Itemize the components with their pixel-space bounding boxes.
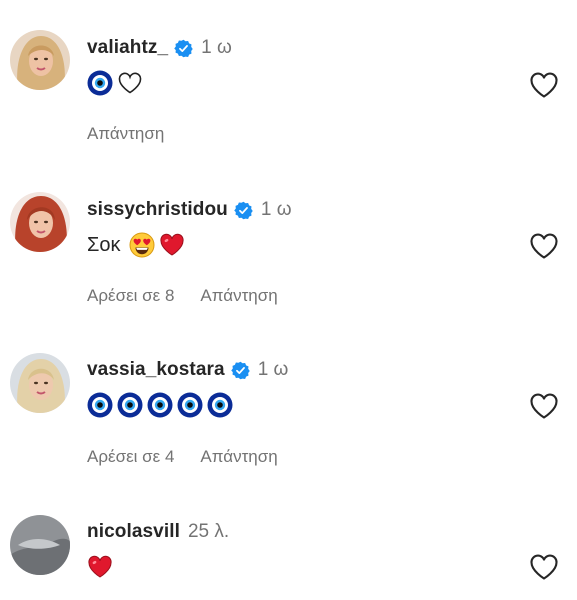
reply-button[interactable]: Απάντηση bbox=[200, 447, 277, 467]
username[interactable]: nicolasvill bbox=[87, 521, 180, 543]
username[interactable]: valiahtz_ bbox=[87, 37, 168, 59]
red-heart-icon bbox=[159, 232, 185, 258]
verified-badge-icon bbox=[234, 201, 253, 220]
avatar[interactable] bbox=[10, 30, 70, 90]
white-heart-icon bbox=[117, 70, 143, 96]
heart-eyes-icon bbox=[129, 232, 155, 258]
avatar[interactable] bbox=[10, 353, 70, 413]
username[interactable]: sissychristidou bbox=[87, 199, 228, 221]
nazar-icon bbox=[117, 392, 143, 418]
nazar-icon bbox=[87, 70, 113, 96]
reply-button[interactable]: Απάντηση bbox=[200, 286, 277, 306]
timestamp[interactable]: 1 ω bbox=[258, 359, 289, 381]
likes-count[interactable]: Αρέσει σε 8 bbox=[87, 286, 174, 306]
username[interactable]: vassia_kostara bbox=[87, 359, 225, 381]
avatar[interactable] bbox=[10, 515, 70, 575]
like-heart-icon[interactable] bbox=[529, 71, 559, 99]
likes-count[interactable]: Αρέσει σε 4 bbox=[87, 447, 174, 467]
avatar[interactable] bbox=[10, 192, 70, 252]
like-heart-icon[interactable] bbox=[529, 553, 559, 581]
verified-badge-icon bbox=[174, 39, 193, 58]
nazar-icon bbox=[207, 392, 233, 418]
nazar-icon bbox=[147, 392, 173, 418]
nazar-icon bbox=[87, 392, 113, 418]
red-heart-icon bbox=[87, 554, 113, 580]
nazar-icon bbox=[177, 392, 203, 418]
comment-text bbox=[87, 552, 517, 582]
reply-button[interactable]: Απάντηση bbox=[87, 124, 164, 144]
timestamp[interactable]: 25 λ. bbox=[188, 521, 229, 543]
timestamp[interactable]: 1 ω bbox=[201, 37, 232, 59]
comment-text bbox=[87, 68, 517, 98]
comment-text: Σοκ bbox=[87, 230, 517, 260]
comment-text bbox=[87, 390, 517, 420]
like-heart-icon[interactable] bbox=[529, 392, 559, 420]
like-heart-icon[interactable] bbox=[529, 232, 559, 260]
verified-badge-icon bbox=[231, 361, 250, 380]
timestamp[interactable]: 1 ω bbox=[261, 199, 292, 221]
comment-text-content: Σοκ bbox=[87, 233, 121, 256]
